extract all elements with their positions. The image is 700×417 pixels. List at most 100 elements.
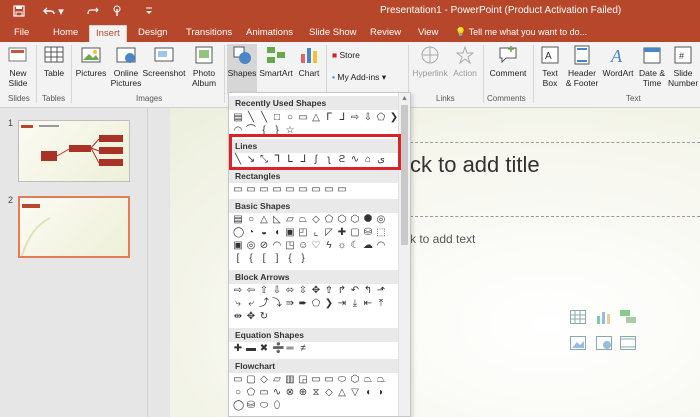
dodecagon-shape-icon[interactable]: ◯ xyxy=(233,227,244,238)
tab-transitions[interactable]: Transitions xyxy=(180,25,238,42)
u-turn-arrow-shape-icon[interactable]: ↶ xyxy=(350,285,360,296)
pictures-button[interactable]: Pictures xyxy=(74,44,108,78)
touch-mode-icon[interactable] xyxy=(108,3,126,19)
rectangles-row[interactable]: ▭ ▭ ▭ ▭ ▭ ▭ ▭ ▭ ▭ xyxy=(233,184,347,196)
frame-shape-icon[interactable]: ▣ xyxy=(285,227,295,238)
my-addins-button[interactable]: ▪ My Add-ins ▾ xyxy=(332,72,386,82)
oval-shape-icon[interactable]: ○ xyxy=(246,214,256,225)
arc-shape-icon[interactable]: ◠ xyxy=(376,240,386,251)
octagon-shape-icon[interactable]: ⯃ xyxy=(363,214,373,225)
folded-corner-shape-icon[interactable]: ◳ xyxy=(285,240,295,251)
snip-rectangle-shape-icon[interactable]: ▭ xyxy=(285,184,295,195)
can-shape-icon[interactable]: ⛁ xyxy=(363,227,373,238)
comment-button[interactable]: Comment xyxy=(486,44,530,78)
up-arrow-callout-shape-icon[interactable]: ⤒ xyxy=(376,298,386,309)
left-up-arrow-shape-icon[interactable]: ↰ xyxy=(363,285,373,296)
right-bracket-shape-icon[interactable]: ] xyxy=(272,253,282,264)
tell-me-box[interactable]: 💡 Tell me what you want to do... xyxy=(455,27,587,38)
recent-shapes-row[interactable]: ▤ ╲ ╲ □ ○ ▭ △ ᒥ ᒧ ⇨ ⇩ ⬠ ❯ xyxy=(233,112,399,124)
tab-home[interactable]: Home xyxy=(47,25,84,42)
insert-smartart-icon[interactable] xyxy=(620,310,636,324)
customize-qat-icon[interactable] xyxy=(140,3,158,19)
multidocument-shape-icon[interactable]: ▭ xyxy=(324,374,334,385)
up-down-arrow-shape-icon[interactable]: ⇳ xyxy=(298,285,308,296)
block-arc-shape-icon[interactable]: ◠ xyxy=(272,240,282,251)
merge-shape-icon[interactable]: ▽ xyxy=(350,387,360,398)
basic-shapes-row[interactable]: [ { [ ] { } xyxy=(233,253,308,265)
right-arrow-callout-shape-icon[interactable]: ⇥ xyxy=(337,298,347,309)
table-button[interactable]: Table xyxy=(40,44,68,78)
left-right-arrow-callout-shape-icon[interactable]: ⇹ xyxy=(233,311,243,322)
right-arrow-shape-icon[interactable]: ⇨ xyxy=(233,285,243,296)
textbox-shape-icon[interactable]: ▤ xyxy=(233,112,243,123)
scroll-up-icon[interactable]: ▲ xyxy=(401,95,408,102)
plaque-shape-icon[interactable]: ▢ xyxy=(350,227,360,238)
curved-down-arrow-shape-icon[interactable]: ⤵ xyxy=(272,298,282,309)
equation-shapes-row[interactable]: ✚ ▬ ✖ ➗ ═ ≠ xyxy=(233,343,308,355)
curved-up-arrow-shape-icon[interactable]: ⤴ xyxy=(259,298,269,309)
elbow-connector-shape-icon[interactable]: ᒧ xyxy=(337,112,347,123)
basic-shapes-row[interactable]: ▣ ◎ ⊘ ◠ ◳ ☺ ♡ ϟ ☼ ☾ ☁ ◠ xyxy=(233,240,386,252)
right-arrow-shape-icon[interactable]: ⇨ xyxy=(350,112,360,123)
card-shape-icon[interactable]: ▭ xyxy=(259,387,269,398)
undo-dropdown-icon[interactable]: ▾ xyxy=(56,3,66,19)
slide-thumbnail-1[interactable] xyxy=(18,120,130,182)
textbox-shape-icon[interactable]: ▤ xyxy=(233,214,243,225)
teardrop-shape-icon[interactable]: ◖ xyxy=(272,227,282,238)
document-shape-icon[interactable]: ▭ xyxy=(311,374,321,385)
striped-right-arrow-shape-icon[interactable]: ⇛ xyxy=(285,298,295,309)
internal-storage-shape-icon[interactable]: ◲ xyxy=(298,374,308,385)
stored-data-shape-icon[interactable]: ◖ xyxy=(363,387,373,398)
rectangle-shape-icon[interactable]: ▭ xyxy=(233,184,243,195)
bent-up-arrow-shape-icon[interactable]: ⬏ xyxy=(376,285,386,296)
tab-insert[interactable]: Insert xyxy=(89,25,127,42)
left-bracket-shape-icon[interactable]: [ xyxy=(259,253,269,264)
decision-shape-icon[interactable]: ◇ xyxy=(259,374,269,385)
multiply-shape-icon[interactable]: ✖ xyxy=(259,343,269,354)
basic-shapes-row[interactable]: ◯ ◔ ◒ ◖ ▣ ◰ ⌞ ◸ ✚ ▢ ⛁ ⬚ xyxy=(233,227,386,239)
store-button[interactable]: ■ Store xyxy=(332,50,360,60)
action-button[interactable]: Action xyxy=(450,44,480,78)
connector-shape-icon[interactable]: ○ xyxy=(233,387,243,398)
down-arrow-callout-shape-icon[interactable]: ⤓ xyxy=(350,298,360,309)
cross-shape-icon[interactable]: ✚ xyxy=(337,227,347,238)
hyperlink-button[interactable]: Hyperlink xyxy=(411,44,449,78)
elbow-connector-shape-icon[interactable]: ᒥ xyxy=(324,112,334,123)
round-rectangle-shape-icon[interactable]: ▭ xyxy=(311,184,321,195)
donut-shape-icon[interactable]: ◎ xyxy=(246,240,256,251)
flowchart-row[interactable]: ○ ⬠ ▭ ∿ ⊗ ⊕ ⧖ ◇ △ ▽ ◖ ◗ xyxy=(233,387,386,399)
alternate-process-shape-icon[interactable]: ▢ xyxy=(246,374,256,385)
block-arrows-row[interactable]: ⤷ ⤶ ⤴ ⤵ ⇛ ➨ ⬠ ❯ ⇥ ⤓ ⇤ ⤒ xyxy=(233,298,386,310)
bent-arrow-shape-icon[interactable]: ↱ xyxy=(337,285,347,296)
diamond-shape-icon[interactable]: ◇ xyxy=(311,214,321,225)
tab-review[interactable]: Review xyxy=(364,25,407,42)
rounded-rectangle-shape-icon[interactable]: ▭ xyxy=(246,184,256,195)
line-shape-icon[interactable]: ╲ xyxy=(259,112,269,123)
curved-right-arrow-shape-icon[interactable]: ⤷ xyxy=(233,298,243,309)
collate-shape-icon[interactable]: ⧖ xyxy=(311,387,321,398)
pentagon-shape-icon[interactable]: ⬠ xyxy=(324,214,334,225)
cloud-shape-icon[interactable]: ☁ xyxy=(363,240,373,251)
double-bracket-shape-icon[interactable]: [ xyxy=(233,253,243,264)
plus-shape-icon[interactable]: ✚ xyxy=(233,343,243,354)
manual-operation-shape-icon[interactable]: ⏢ xyxy=(376,374,386,385)
triangle-shape-icon[interactable]: △ xyxy=(311,112,321,123)
display-shape-icon[interactable]: ⬯ xyxy=(272,400,282,411)
smartart-button[interactable]: SmartArt xyxy=(259,44,293,78)
tab-design[interactable]: Design xyxy=(132,25,174,42)
up-arrow-shape-icon[interactable]: ⇧ xyxy=(259,285,269,296)
flowchart-row[interactable]: ◯ ⛁ ⬭ ⬯ xyxy=(233,400,282,412)
sun-shape-icon[interactable]: ☼ xyxy=(337,240,347,251)
manual-input-shape-icon[interactable]: ⏢ xyxy=(363,374,373,385)
division-shape-icon[interactable]: ➗ xyxy=(272,343,284,354)
trapezoid-shape-icon[interactable]: ⏢ xyxy=(298,214,308,225)
chord-shape-icon[interactable]: ◒ xyxy=(259,227,269,238)
sort-shape-icon[interactable]: ◇ xyxy=(324,387,334,398)
summing-junction-shape-icon[interactable]: ⊗ xyxy=(285,387,295,398)
double-brace-shape-icon[interactable]: { xyxy=(246,253,256,264)
scrollbar-thumb[interactable] xyxy=(401,105,408,245)
pentagon-shape-icon[interactable]: ⬠ xyxy=(376,112,386,123)
snip-rectangle-shape-icon[interactable]: ▭ xyxy=(259,184,269,195)
pentagon-arrow-shape-icon[interactable]: ⬠ xyxy=(311,298,321,309)
diagonal-stripe-shape-icon[interactable]: ◸ xyxy=(324,227,334,238)
